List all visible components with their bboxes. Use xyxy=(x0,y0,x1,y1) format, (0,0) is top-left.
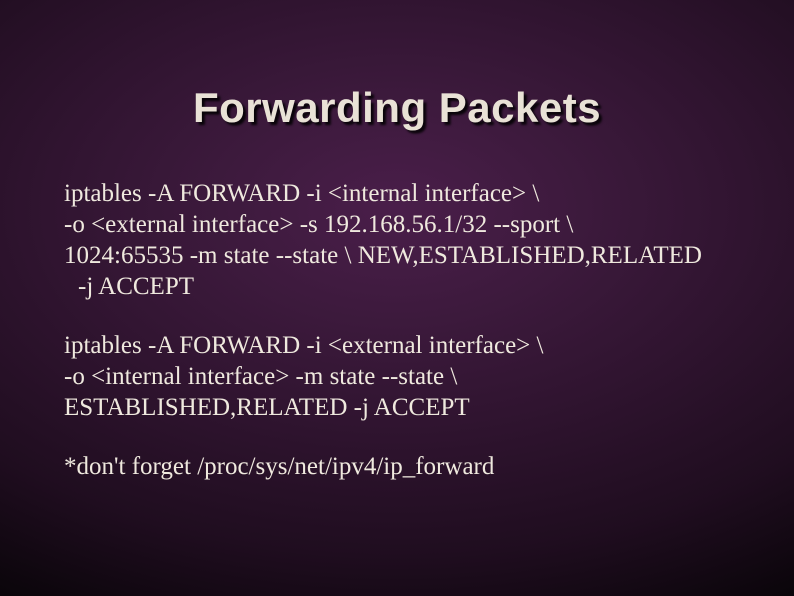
slide-body: iptables -A FORWARD -i <internal interfa… xyxy=(64,178,734,510)
slide-title: Forwarding Packets xyxy=(0,84,794,132)
note-line: *don't forget /proc/sys/net/ipv4/ip_forw… xyxy=(64,451,734,482)
code-line: -o <external interface> -s 192.168.56.1/… xyxy=(64,209,734,240)
code-line: ESTABLISHED,RELATED -j ACCEPT xyxy=(64,392,734,423)
code-line: 1024:65535 -m state --state \ NEW,ESTABL… xyxy=(64,240,734,271)
paragraph-3: *don't forget /proc/sys/net/ipv4/ip_forw… xyxy=(64,451,734,482)
paragraph-1: iptables -A FORWARD -i <internal interfa… xyxy=(64,178,734,302)
code-line: -j ACCEPT xyxy=(64,271,734,302)
paragraph-2: iptables -A FORWARD -i <external interfa… xyxy=(64,330,734,423)
code-line: -o <internal interface> -m state --state… xyxy=(64,361,734,392)
code-line: iptables -A FORWARD -i <internal interfa… xyxy=(64,178,734,209)
code-line: iptables -A FORWARD -i <external interfa… xyxy=(64,330,734,361)
slide: Forwarding Packets iptables -A FORWARD -… xyxy=(0,0,794,596)
